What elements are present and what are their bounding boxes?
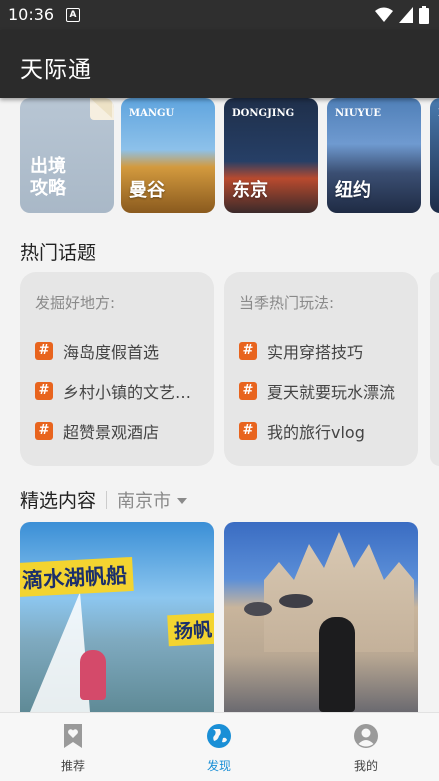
globe-icon — [207, 724, 231, 748]
person-graphic — [80, 650, 106, 700]
nav-label: 我的 — [353, 759, 378, 773]
nav-label: 发现 — [206, 759, 231, 773]
divider — [106, 490, 108, 509]
hashtag-icon: # — [35, 422, 53, 440]
topic-label: 超赞景观酒店 — [63, 423, 160, 442]
hashtag-icon: # — [239, 382, 257, 400]
bookmark-heart-icon — [64, 724, 82, 748]
notification-a-icon: A — [66, 8, 80, 22]
city-name: 曼谷 — [129, 180, 165, 201]
page-fold-icon — [90, 98, 114, 120]
photo-caption: 滴水湖帆船 — [20, 556, 134, 598]
user-avatar-icon — [354, 724, 378, 748]
battery-icon — [419, 6, 429, 24]
featured-title: 精选内容 — [20, 490, 97, 512]
pigeon-graphic — [244, 602, 272, 616]
topic-item[interactable]: # 乡村小镇的文艺… — [35, 380, 191, 402]
bottom-nav: 推荐 发现 我的 — [0, 712, 439, 781]
topic-item[interactable]: # 我的旅行vlog — [239, 420, 365, 442]
hashtag-icon: # — [239, 422, 257, 440]
topic-card-heading: 发掘好地方: — [35, 294, 116, 312]
nav-recommend[interactable]: 推荐 — [33, 723, 113, 774]
nav-label: 推荐 — [60, 759, 85, 773]
topic-card-seasonal[interactable]: 当季热门玩法: # 实用穿搭技巧 # 夏天就要玩水漂流 # 我的旅行vlog — [224, 272, 418, 466]
featured-photo-cathedral[interactable] — [224, 522, 418, 712]
status-time: 10:36 — [8, 5, 55, 24]
nav-discover[interactable]: 发现 — [179, 723, 259, 774]
chevron-down-icon[interactable] — [177, 497, 188, 504]
city-pinyin: NIUYUE — [335, 108, 382, 119]
topic-item[interactable]: # 夏天就要玩水漂流 — [239, 380, 395, 402]
topic-item[interactable]: # 海岛度假首选 — [35, 340, 159, 362]
signal-icon — [399, 7, 413, 23]
featured-photo-sailing[interactable]: 滴水湖帆船 扬帆 — [20, 522, 214, 712]
city-card-partial[interactable]: L — [430, 98, 439, 213]
destination-carousel[interactable]: 出境 攻略 MANGU 曼谷 DONGJING 东京 NIUYUE 纽约 L — [0, 98, 439, 216]
featured-header: 精选内容 南京市 — [20, 486, 188, 513]
city-card-tokyo[interactable]: DONGJING 东京 — [224, 98, 318, 213]
topic-label: 海岛度假首选 — [63, 343, 160, 362]
person-graphic — [319, 617, 355, 712]
app-title: 天际通 — [20, 57, 92, 83]
topic-label: 实用穿搭技巧 — [267, 343, 364, 362]
city-pinyin: MANGU — [129, 108, 175, 119]
topic-card-discover[interactable]: 发掘好地方: # 海岛度假首选 # 乡村小镇的文艺… # 超赞景观酒店 — [20, 272, 214, 466]
topic-item[interactable]: # 超赞景观酒店 — [35, 420, 159, 442]
city-card-newyork[interactable]: NIUYUE 纽约 — [327, 98, 421, 213]
photo-caption: 扬帆 — [167, 612, 214, 647]
city-selector[interactable]: 南京市 — [117, 487, 171, 513]
topic-label: 我的旅行vlog — [267, 423, 365, 442]
wifi-icon — [375, 7, 393, 22]
app-bar: 天际通 — [0, 30, 439, 98]
nav-mine[interactable]: 我的 — [326, 723, 406, 774]
hashtag-icon: # — [35, 382, 53, 400]
city-name: 东京 — [232, 180, 268, 201]
status-bar: 10:36 A — [0, 0, 439, 30]
hashtag-icon: # — [239, 342, 257, 360]
pigeon-graphic — [279, 594, 313, 608]
city-name: 纽约 — [335, 180, 371, 201]
travel-guide-card[interactable]: 出境 攻略 — [20, 98, 114, 213]
topic-card-partial[interactable] — [430, 272, 439, 466]
hashtag-icon: # — [35, 342, 53, 360]
topic-label: 乡村小镇的文艺… — [63, 383, 192, 402]
city-card-bangkok[interactable]: MANGU 曼谷 — [121, 98, 215, 213]
status-icons — [375, 6, 429, 24]
guide-label: 出境 攻略 — [30, 156, 66, 199]
hot-topics-title: 热门话题 — [20, 242, 97, 264]
city-pinyin: DONGJING — [232, 108, 295, 119]
topic-item[interactable]: # 实用穿搭技巧 — [239, 340, 363, 362]
topic-label: 夏天就要玩水漂流 — [267, 383, 396, 402]
topic-card-heading: 当季热门玩法: — [239, 294, 335, 312]
